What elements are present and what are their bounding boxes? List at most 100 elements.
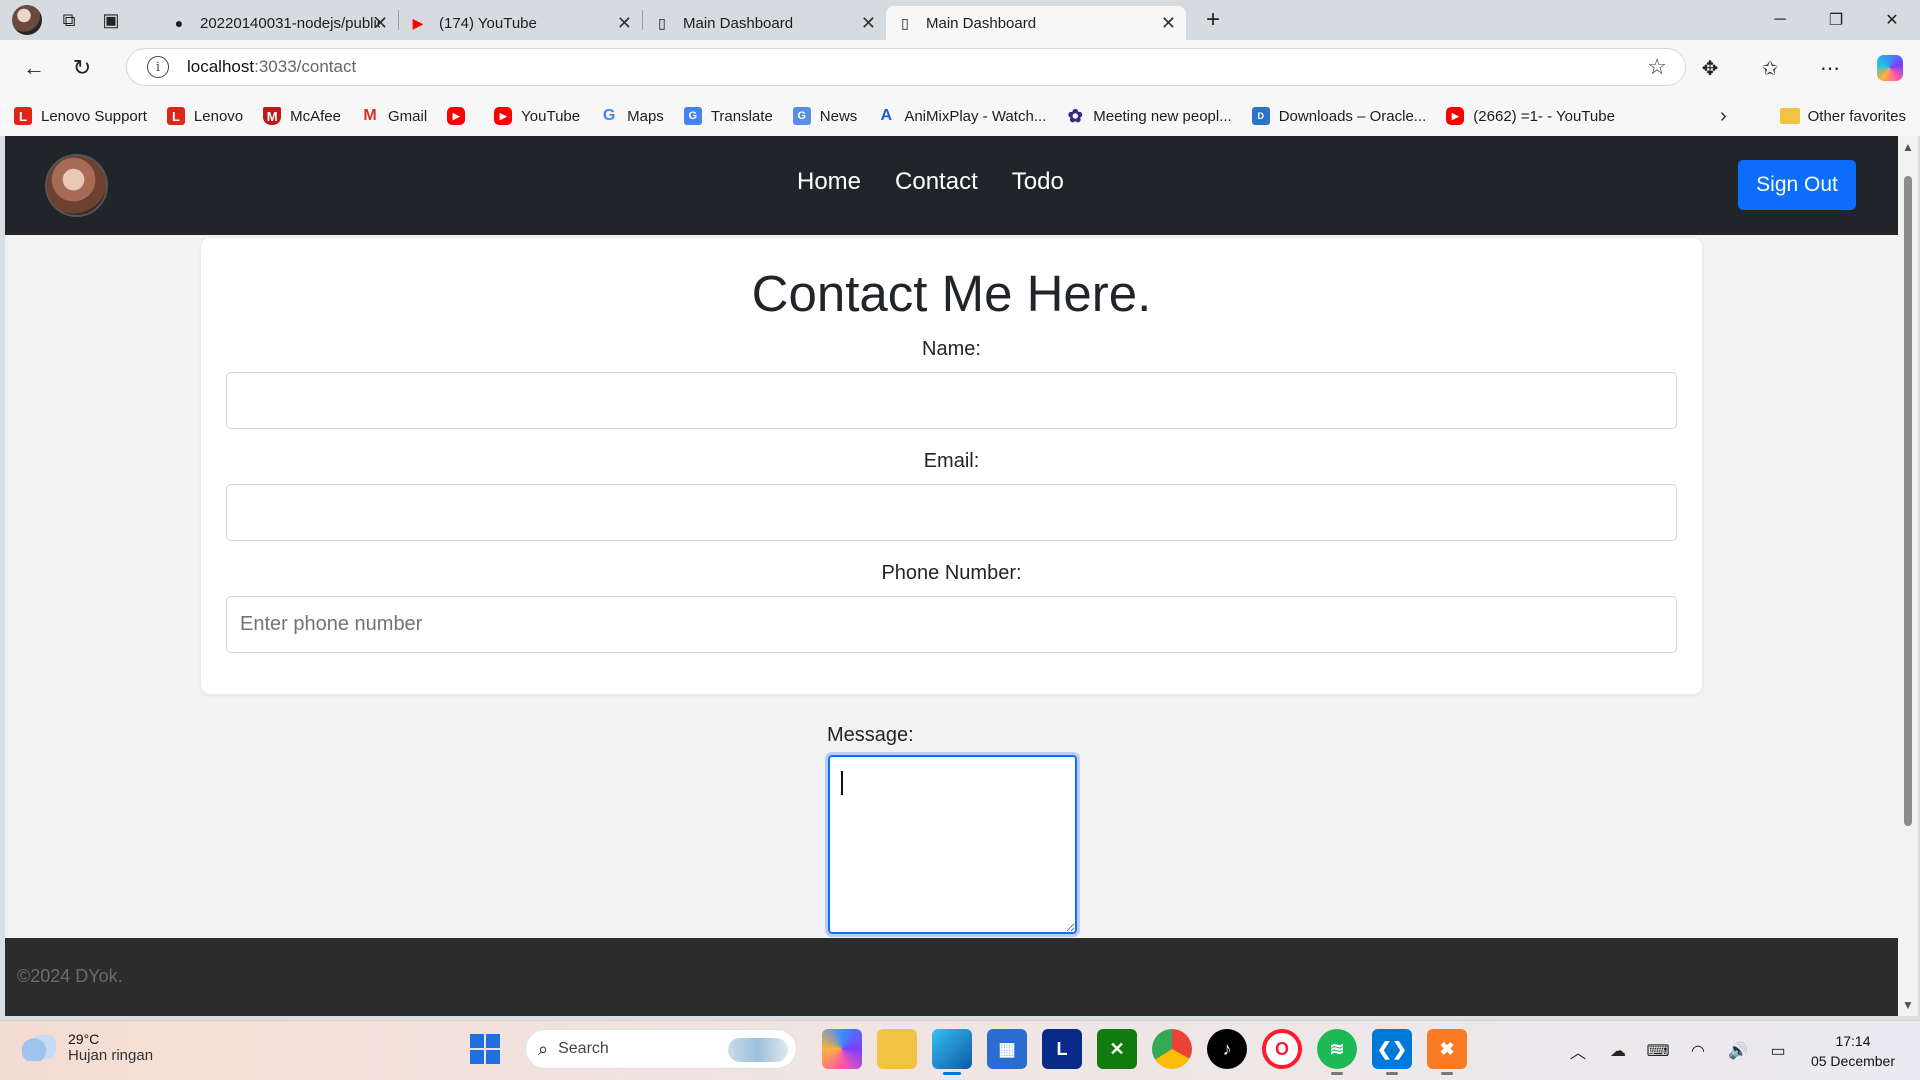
close-tab-icon[interactable]: ✕ (617, 13, 632, 34)
vertical-tabs-icon[interactable]: ▣ (92, 3, 130, 37)
nav-home-link[interactable]: Home (797, 168, 861, 196)
new-tab-icon[interactable]: + (1194, 3, 1232, 37)
more-menu-icon[interactable]: ⋯ (1800, 56, 1860, 81)
battery-icon[interactable]: ▭ (1758, 1041, 1798, 1061)
tab-youtube[interactable]: ▶ (174) YouTube ✕ (399, 6, 642, 40)
taskbar-apps: ⌕ Search ▦ L ✕ ♪ O ≋ ❮❯ ✖ (470, 1029, 1467, 1075)
bookmark-translate[interactable]: G Translate (683, 107, 773, 125)
news-icon: G (792, 107, 811, 125)
bookmarks-bar: L Lenovo Support L Lenovo M McAfee M Gmail ▶… (0, 96, 1920, 136)
page-icon: ▯ (901, 14, 909, 31)
restore-icon[interactable]: ❐ (1808, 0, 1864, 40)
scrollbar-thumb[interactable] (1904, 176, 1912, 826)
copilot-app-icon[interactable] (822, 1029, 862, 1069)
meeting-icon: ✿ (1067, 105, 1083, 126)
page-title: Contact Me Here. (751, 265, 1152, 322)
close-tab-icon[interactable]: ✕ (1161, 13, 1176, 34)
contact-card: Contact Me Here. Name: Email: Phone Numb… (201, 238, 1702, 694)
other-favorites[interactable]: Other favorites (1779, 96, 1906, 136)
nav-todo-link[interactable]: Todo (1012, 168, 1064, 196)
edge-browser-icon[interactable] (932, 1029, 972, 1075)
bookmark-lenovo[interactable]: L Lenovo (166, 107, 243, 125)
back-icon[interactable]: ← (10, 48, 58, 88)
bookmark-label: Lenovo Support (41, 107, 147, 125)
close-tab-icon[interactable]: ✕ (861, 13, 876, 34)
nav-contact-link[interactable]: Contact (895, 168, 978, 196)
running-indicator (1441, 1072, 1453, 1075)
vscode-icon[interactable]: ❮❯ (1372, 1029, 1412, 1075)
bookmark-meeting[interactable]: ✿ Meeting new peopl... (1066, 105, 1232, 126)
windows-taskbar: 29°C Hujan ringan ⌕ Search ▦ L ✕ ♪ O ≋ ❮… (0, 1020, 1920, 1080)
tab-main-dashboard-1[interactable]: ▯ Main Dashboard ✕ (643, 6, 886, 40)
bookmark-animixplay[interactable]: A AniMixPlay - Watch... (877, 107, 1047, 125)
active-indicator (943, 1072, 961, 1075)
bookmark-oracle[interactable]: D Downloads – Oracle... (1251, 107, 1426, 125)
bookmark-news[interactable]: G News (792, 107, 857, 125)
tab-label: 20220140031-nodejs/public/css/r (200, 14, 380, 32)
windows-start-icon[interactable] (470, 1034, 500, 1064)
chrome-icon[interactable] (1152, 1029, 1192, 1069)
rain-cloud-icon (22, 1034, 56, 1061)
tab-github[interactable]: ● 20220140031-nodejs/public/css/r ✕ (160, 6, 398, 40)
chevron-right-icon[interactable]: › (1720, 96, 1727, 136)
scroll-up-icon[interactable]: ▲ (1902, 140, 1914, 154)
bookmark-label: YouTube (521, 107, 581, 125)
lenovo-vantage-icon[interactable]: L (1042, 1029, 1082, 1069)
running-indicator (1331, 1072, 1343, 1075)
weather-widget[interactable]: 29°C Hujan ringan (22, 1031, 153, 1064)
bookmark-mcafee[interactable]: M McAfee (263, 107, 341, 125)
xbox-icon[interactable]: ✕ (1097, 1029, 1137, 1069)
file-explorer-icon[interactable] (877, 1029, 917, 1069)
bookmark-label: McAfee (290, 107, 341, 125)
tiktok-icon[interactable]: ♪ (1207, 1029, 1247, 1069)
mcafee-icon: M (263, 107, 282, 125)
copilot-icon[interactable] (1860, 55, 1920, 81)
xampp-icon[interactable]: ✖ (1427, 1029, 1467, 1075)
github-icon: ● (174, 15, 184, 31)
profile-button[interactable] (8, 3, 46, 37)
extensions-icon[interactable]: ✥ (1680, 56, 1740, 81)
refresh-icon[interactable]: ↻ (58, 48, 106, 88)
chevron-up-icon[interactable]: ︿ (1558, 1039, 1598, 1063)
phone-field[interactable] (226, 596, 1677, 653)
spotify-icon[interactable]: ≋ (1317, 1029, 1357, 1075)
page-scrollbar[interactable]: ▲ ▼ (1898, 136, 1918, 1016)
bookmark-youtube-2662[interactable]: ▶ (2662) =1- - YouTube (1446, 107, 1615, 125)
email-field[interactable] (226, 484, 1677, 541)
folder-icon (1779, 108, 1800, 124)
scroll-down-icon[interactable]: ▼ (1902, 998, 1914, 1012)
site-info-icon[interactable]: i (147, 56, 169, 78)
wifi-icon[interactable]: ◠ (1678, 1041, 1718, 1061)
tab-main-dashboard-active[interactable]: ▯ Main Dashboard ✕ (886, 6, 1186, 40)
sign-out-button[interactable]: Sign Out (1738, 160, 1856, 210)
taskbar-search[interactable]: ⌕ Search (525, 1029, 797, 1069)
keyboard-icon[interactable]: ⌨ (1638, 1041, 1678, 1061)
opera-icon[interactable]: O (1262, 1029, 1302, 1069)
bookmark-youtube-unlabeled[interactable]: ▶ (447, 107, 474, 125)
taskbar-clock[interactable]: 17:14 05 December (1798, 1031, 1908, 1071)
bookmark-label: AniMixPlay - Watch... (904, 107, 1047, 125)
bookmark-label: Meeting new peopl... (1093, 107, 1232, 125)
close-tab-icon[interactable]: ✕ (373, 13, 388, 34)
profile-avatar (12, 5, 42, 35)
weather-condition: Hujan ringan (68, 1047, 154, 1064)
workspaces-icon[interactable]: ⧉ (50, 3, 88, 37)
volume-icon[interactable]: 🔊 (1718, 1041, 1758, 1061)
bookmark-gmail[interactable]: M Gmail (361, 107, 427, 125)
message-textarea[interactable] (825, 752, 1080, 937)
url-bar[interactable]: i localhost:3033/contact ☆ (126, 48, 1686, 86)
onedrive-icon[interactable]: ☁ (1598, 1041, 1638, 1061)
clock-date: 05 December (1810, 1053, 1896, 1069)
name-field[interactable] (226, 372, 1677, 429)
favorite-star-icon[interactable]: ☆ (1647, 54, 1667, 80)
microsoft-store-icon[interactable]: ▦ (987, 1029, 1027, 1069)
favorites-icon[interactable]: ✩ (1740, 56, 1800, 81)
close-window-icon[interactable]: ✕ (1864, 0, 1920, 40)
minimize-icon[interactable]: ─ (1752, 0, 1808, 40)
user-avatar[interactable] (45, 154, 108, 217)
bookmark-lenovo-support[interactable]: L Lenovo Support (14, 107, 147, 125)
bookmark-maps[interactable]: G Maps (600, 107, 664, 125)
search-highlight-image (728, 1038, 788, 1062)
system-tray: ︿ ☁ ⌨ ◠ 🔊 ▭ 17:14 05 December (1558, 1021, 1920, 1080)
bookmark-youtube[interactable]: ▶ YouTube (494, 107, 580, 125)
